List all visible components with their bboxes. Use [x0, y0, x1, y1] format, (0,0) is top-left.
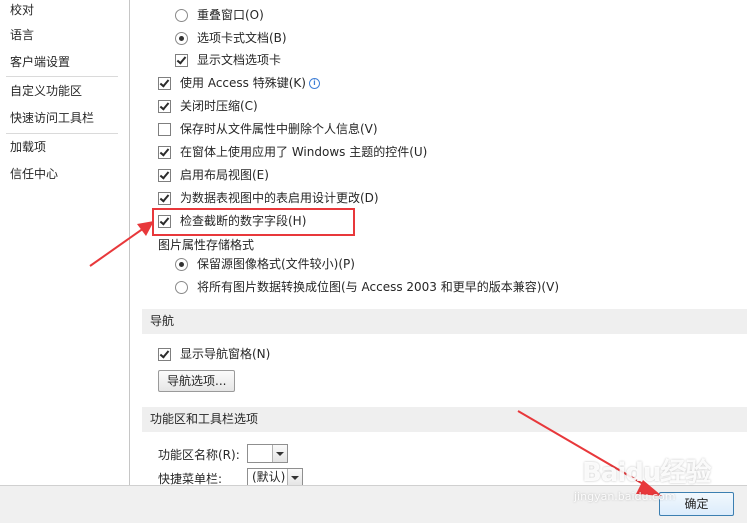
show-nav-pane-checkbox[interactable]: [158, 347, 171, 361]
windows-themed-controls-option[interactable]: 在窗体上使用应用了 Windows 主题的控件(U): [158, 143, 427, 161]
compact-on-close-label: 关闭时压缩(C): [180, 99, 258, 113]
convert-all-pictures-option[interactable]: 将所有图片数据转换成位图(与 Access 2003 和更早的版本兼容)(V): [175, 278, 559, 296]
overlap-windows-radio[interactable]: [175, 8, 188, 22]
preserve-source-format-option[interactable]: 保留源图像格式(文件较小)(P): [175, 255, 355, 273]
navigation-section-header: 导航: [142, 309, 747, 334]
chevron-down-icon[interactable]: [287, 469, 302, 485]
access-special-keys-label: 使用 Access 特殊键(K): [180, 76, 306, 90]
convert-all-pictures-radio[interactable]: [175, 280, 188, 294]
enable-design-changes-label: 为数据表视图中的表启用设计更改(D): [180, 191, 379, 205]
options-sidebar: 校对 语言 客户端设置 自定义功能区 快速访问工具栏 加载项 信任中心: [0, 0, 130, 485]
shortcut-menu-dropdown[interactable]: (默认): [247, 468, 303, 485]
sidebar-item-language[interactable]: 语言: [10, 25, 34, 45]
info-icon[interactable]: i: [308, 77, 320, 89]
overlap-windows-label: 重叠窗口(O): [197, 8, 264, 22]
dialog-footer: 确定: [0, 485, 747, 523]
ribbon-name-value: [248, 445, 272, 462]
shortcut-menu-value: (默认): [252, 470, 286, 484]
check-truncated-fields-checkbox[interactable]: [158, 214, 171, 228]
show-nav-pane-label: 显示导航窗格(N): [180, 347, 271, 361]
ok-button[interactable]: 确定: [659, 492, 734, 516]
ribbon-section-header: 功能区和工具栏选项: [142, 407, 747, 432]
sidebar-divider: [6, 76, 118, 77]
check-truncated-fields-option[interactable]: 检查截断的数字字段(H): [158, 212, 306, 230]
compact-on-close-checkbox[interactable]: [158, 99, 171, 113]
preserve-source-format-radio[interactable]: [175, 257, 188, 271]
windows-themed-controls-checkbox[interactable]: [158, 145, 171, 159]
overlap-windows-option[interactable]: 重叠窗口(O): [175, 6, 264, 24]
convert-all-pictures-label: 将所有图片数据转换成位图(与 Access 2003 和更早的版本兼容)(V): [197, 280, 559, 294]
preserve-source-format-label: 保留源图像格式(文件较小)(P): [197, 257, 355, 271]
ribbon-name-label: 功能区名称(R):: [158, 448, 240, 462]
access-special-keys-checkbox[interactable]: [158, 76, 171, 90]
windows-themed-controls-label: 在窗体上使用应用了 Windows 主题的控件(U): [180, 145, 428, 159]
check-truncated-fields-label: 检查截断的数字字段(H): [180, 214, 307, 228]
sidebar-divider: [6, 133, 118, 134]
enable-layout-view-option[interactable]: 启用布局视图(E): [158, 166, 269, 184]
chevron-down-icon[interactable]: [272, 445, 287, 462]
remove-personal-info-label: 保存时从文件属性中删除个人信息(V): [180, 122, 378, 136]
access-special-keys-option[interactable]: 使用 Access 特殊键(K) i: [158, 74, 320, 92]
tabbed-documents-label: 选项卡式文档(B): [197, 31, 287, 45]
remove-personal-info-checkbox[interactable]: [158, 122, 171, 136]
enable-layout-view-checkbox[interactable]: [158, 168, 171, 182]
show-document-tabs-label: 显示文档选项卡: [197, 53, 282, 67]
compact-on-close-option[interactable]: 关闭时压缩(C): [158, 97, 258, 115]
ribbon-name-dropdown[interactable]: [247, 444, 288, 463]
enable-design-changes-option[interactable]: 为数据表视图中的表启用设计更改(D): [158, 189, 379, 207]
remove-personal-info-option[interactable]: 保存时从文件属性中删除个人信息(V): [158, 120, 378, 138]
tabbed-documents-radio[interactable]: [175, 31, 188, 45]
sidebar-item-trust-center[interactable]: 信任中心: [10, 164, 58, 184]
picture-format-label: 图片属性存储格式: [158, 238, 255, 252]
sidebar-item-add-ins[interactable]: 加载项: [10, 137, 46, 157]
sidebar-item-proofing[interactable]: 校对: [10, 0, 34, 20]
navigation-options-button[interactable]: 导航选项...: [158, 370, 236, 392]
enable-layout-view-label: 启用布局视图(E): [180, 168, 269, 182]
show-nav-pane-option[interactable]: 显示导航窗格(N): [158, 345, 270, 363]
sidebar-item-customize-ribbon[interactable]: 自定义功能区: [10, 81, 82, 101]
enable-design-changes-checkbox[interactable]: [158, 191, 171, 205]
shortcut-menu-label: 快捷菜单栏:: [158, 472, 223, 485]
show-document-tabs-checkbox[interactable]: [175, 53, 188, 67]
options-content: 重叠窗口(O) 选项卡式文档(B) 显示文档选项卡 使用 Access 特殊键(…: [130, 0, 747, 485]
tabbed-documents-option[interactable]: 选项卡式文档(B): [175, 29, 287, 47]
show-document-tabs-option[interactable]: 显示文档选项卡: [175, 51, 281, 69]
sidebar-item-quick-access-toolbar[interactable]: 快速访问工具栏: [10, 108, 94, 128]
sidebar-item-client-settings[interactable]: 客户端设置: [10, 52, 70, 72]
